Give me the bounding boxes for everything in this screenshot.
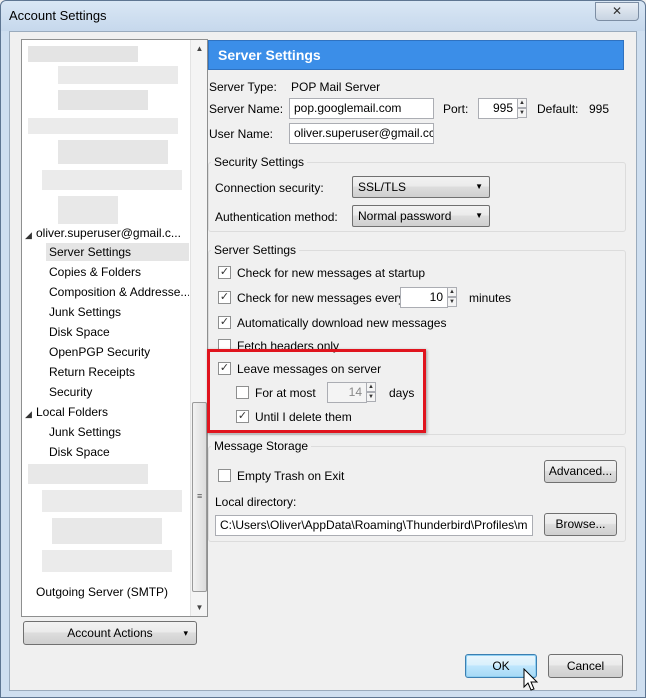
- check-startup-checkbox[interactable]: ✓: [218, 266, 231, 279]
- collapse-icon[interactable]: ◢: [25, 230, 32, 241]
- blurred-entry: [28, 118, 178, 134]
- empty-trash-checkbox[interactable]: [218, 469, 231, 482]
- cancel-button[interactable]: Cancel: [548, 654, 623, 678]
- scroll-down-icon[interactable]: ▼: [191, 599, 208, 616]
- tree-item-copies-folders[interactable]: Copies & Folders: [49, 263, 141, 281]
- minutes-spin-up-icon[interactable]: ▲: [447, 287, 457, 297]
- port-field[interactable]: 995: [478, 98, 518, 119]
- empty-trash-label: Empty Trash on Exit: [237, 469, 345, 483]
- tree-item-local-disk[interactable]: Disk Space: [49, 443, 110, 461]
- blurred-entry: [42, 490, 182, 512]
- window-title: Account Settings: [9, 8, 107, 23]
- server-settings-group-title: Server Settings: [211, 243, 300, 257]
- local-directory-label: Local directory:: [215, 495, 297, 509]
- auth-method-select[interactable]: Normal password ▼: [352, 205, 490, 227]
- tree-account[interactable]: oliver.superuser@gmail.c...: [36, 224, 188, 242]
- tree-item-openpgp[interactable]: OpenPGP Security: [49, 343, 150, 361]
- close-button[interactable]: ✕: [595, 2, 639, 21]
- tree-item-composition[interactable]: Composition & Addresse...: [49, 283, 189, 301]
- blurred-entry: [52, 518, 162, 544]
- auto-download-label: Automatically download new messages: [237, 316, 447, 330]
- browse-button[interactable]: Browse...: [544, 513, 617, 536]
- tree-item-disk-space[interactable]: Disk Space: [49, 323, 110, 341]
- blurred-entry: [58, 140, 168, 164]
- account-actions-label: Account Actions: [67, 626, 153, 640]
- user-name-field[interactable]: oliver.superuser@gmail.cc: [289, 123, 434, 144]
- connection-security-label: Connection security:: [215, 181, 324, 195]
- account-tree: ◢ oliver.superuser@gmail.c... Server Set…: [21, 39, 208, 617]
- page-title: Server Settings: [218, 47, 321, 63]
- grip-icon: ≡: [197, 491, 203, 501]
- security-group-title: Security Settings: [211, 155, 308, 169]
- port-spin-up-icon[interactable]: ▲: [517, 98, 527, 108]
- annotation-highlight-box: [207, 349, 426, 433]
- security-settings-group: Security Settings Connection security: S…: [208, 155, 626, 232]
- user-name-label: User Name:: [209, 127, 274, 141]
- blurred-entry: [42, 170, 182, 190]
- tree-scrollbar[interactable]: ▲ ≡ ▼: [190, 40, 207, 616]
- check-minutes-field[interactable]: 10: [400, 287, 448, 308]
- blurred-entry: [58, 196, 118, 224]
- tree-item-return-receipts[interactable]: Return Receipts: [49, 363, 135, 381]
- auth-method-value: Normal password: [358, 209, 452, 223]
- message-storage-group: Message Storage Empty Trash on Exit Adva…: [208, 439, 626, 542]
- blurred-entry: [28, 464, 148, 484]
- connection-security-select[interactable]: SSL/TLS ▼: [352, 176, 490, 198]
- tree-local-folders[interactable]: Local Folders: [36, 403, 108, 421]
- default-port-value: 995: [589, 102, 610, 116]
- collapse-icon[interactable]: ◢: [25, 409, 32, 420]
- connection-security-value: SSL/TLS: [358, 180, 407, 194]
- tree-item-local-junk[interactable]: Junk Settings: [49, 423, 121, 441]
- server-type-value: POP Mail Server: [291, 80, 381, 94]
- blurred-entry: [28, 46, 138, 62]
- minutes-label: minutes: [469, 291, 512, 305]
- account-actions-button[interactable]: Account Actions ▾: [23, 621, 197, 645]
- check-every-checkbox[interactable]: ✓: [218, 291, 231, 304]
- server-name-label: Server Name:: [209, 102, 284, 116]
- tree-item-server-settings[interactable]: Server Settings: [46, 243, 189, 261]
- blurred-entry: [42, 550, 172, 572]
- tree-outgoing-server[interactable]: Outgoing Server (SMTP): [36, 583, 168, 601]
- page-title-bar: Server Settings: [208, 40, 624, 70]
- blurred-entry: [58, 66, 178, 84]
- default-port-label: Default:: [537, 102, 579, 116]
- blurred-entry: [58, 90, 148, 110]
- local-directory-field[interactable]: C:\Users\Oliver\AppData\Roaming\Thunderb…: [215, 515, 533, 536]
- check-startup-label: Check for new messages at startup: [237, 266, 426, 280]
- auto-download-checkbox[interactable]: ✓: [218, 316, 231, 329]
- advanced-button[interactable]: Advanced...: [544, 460, 617, 483]
- port-spin-down-icon[interactable]: ▼: [517, 108, 527, 118]
- close-icon: ✕: [611, 4, 623, 18]
- minutes-spin-down-icon[interactable]: ▼: [447, 297, 457, 307]
- chevron-down-icon: ▼: [475, 211, 483, 220]
- auth-method-label: Authentication method:: [215, 210, 338, 224]
- check-every-label: Check for new messages every: [237, 291, 405, 305]
- account-settings-window: Account Settings ✕ ◢ oliver.superuser@gm…: [0, 0, 646, 698]
- dropdown-arrow-icon: ▾: [183, 628, 188, 638]
- server-type-label: Server Type:: [209, 80, 277, 94]
- tree-item-security[interactable]: Security: [49, 383, 92, 401]
- scroll-thumb[interactable]: ≡: [192, 402, 207, 592]
- port-label: Port:: [443, 102, 469, 116]
- storage-group-title: Message Storage: [211, 439, 312, 453]
- scroll-up-icon[interactable]: ▲: [191, 40, 208, 57]
- server-name-field[interactable]: pop.googlemail.com: [289, 98, 434, 119]
- dialog-body: ◢ oliver.superuser@gmail.c... Server Set…: [9, 31, 637, 691]
- mouse-cursor-icon: [523, 668, 539, 691]
- chevron-down-icon: ▼: [475, 182, 483, 191]
- tree-item-junk-settings[interactable]: Junk Settings: [49, 303, 121, 321]
- title-bar[interactable]: Account Settings ✕: [1, 1, 645, 31]
